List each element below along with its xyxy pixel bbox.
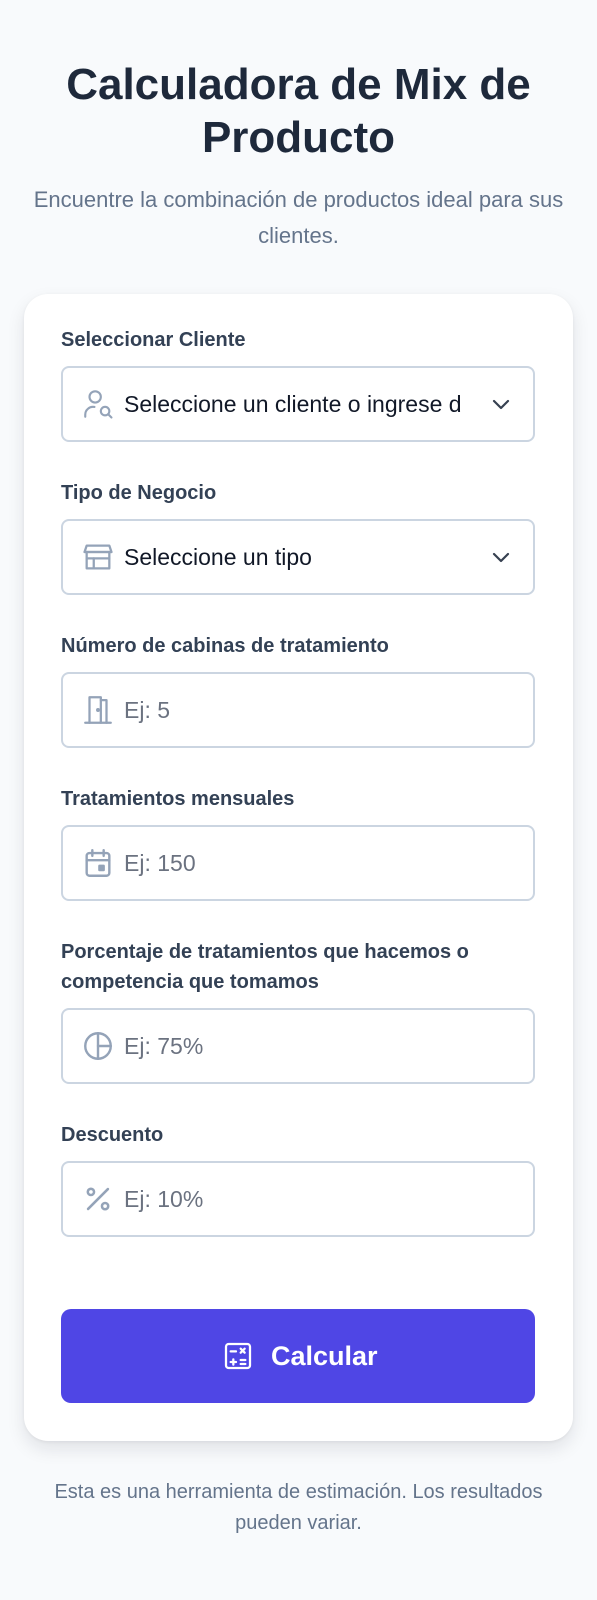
monthly-treatments-input[interactable]: Ej: 150 [61,825,535,901]
page-title: Calculadora de Mix de Producto [66,60,531,162]
percentage-placeholder: Ej: 75% [124,1033,204,1059]
calendar-icon [85,849,111,877]
calculator-icon [224,1342,252,1370]
calculator-card: Seleccionar Cliente Seleccione un client… [24,294,573,1441]
disclaimer-note: Esta es una herramienta de estimación. L… [54,1481,543,1534]
discount-label: Descuento [61,1124,164,1146]
discount-input[interactable]: Ej: 10% [61,1161,535,1237]
page: Calculadora de Mix de Producto Encuentre… [0,0,597,1600]
monthly-treatments-label: Tratamientos mensuales [61,788,295,810]
pie-chart-icon [84,1032,112,1060]
calculate-button[interactable]: Calcular [61,1309,535,1403]
discount-placeholder: Ej: 10% [124,1186,204,1212]
client-label: Seleccionar Cliente [61,329,246,351]
business-type-select[interactable]: Seleccione un tipo [61,519,535,595]
chevron-down-icon [492,399,510,410]
chevron-down-icon [492,552,510,563]
monthly-treatments-placeholder: Ej: 150 [124,850,196,876]
business-type-label: Tipo de Negocio [61,482,217,504]
calculate-button-label: Calcular [271,1341,378,1371]
percent-icon [86,1187,110,1211]
client-select-value: Seleccione un cliente o ingrese d [124,391,462,417]
cabins-label: Número de cabinas de tratamiento [61,635,389,657]
page-subtitle: Encuentre la combinación de productos id… [33,187,564,248]
business-type-value: Seleccione un tipo [124,544,312,570]
percentage-label: Porcentaje de tratamientos que hacemos o… [61,941,469,993]
cabins-input[interactable]: Ej: 5 [61,672,535,748]
cabins-placeholder: Ej: 5 [124,697,171,723]
user-search-icon [84,390,113,419]
percentage-input[interactable]: Ej: 75% [61,1008,535,1084]
store-icon [83,544,113,570]
client-select[interactable]: Seleccione un cliente o ingrese d [61,366,535,442]
door-icon [84,696,112,724]
